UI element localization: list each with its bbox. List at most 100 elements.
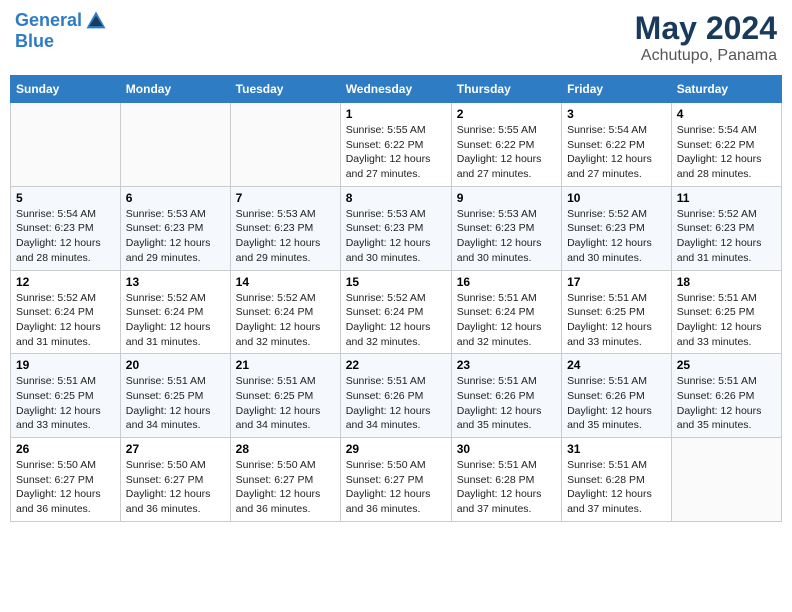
col-header-tuesday: Tuesday	[230, 76, 340, 103]
day-number: 22	[346, 358, 446, 372]
calendar-cell: 27 Sunrise: 5:50 AM Sunset: 6:27 PM Dayli…	[120, 438, 230, 522]
day-number: 6	[126, 191, 225, 205]
col-header-sunday: Sunday	[11, 76, 121, 103]
day-info: Sunrise: 5:50 AM Sunset: 6:27 PM Dayligh…	[236, 458, 335, 517]
calendar-cell: 17Sunrise: 5:51 AM Sunset: 6:25 PM Dayli…	[562, 270, 672, 354]
day-number: 13	[126, 275, 225, 289]
calendar-week-row: 26 Sunrise: 5:50 AM Sunset: 6:27 PM Dayli…	[11, 438, 782, 522]
day-number: 19	[16, 358, 115, 372]
day-number: 14	[236, 275, 335, 289]
day-info: Sunrise: 5:51 AM Sunset: 6:26 PM Dayligh…	[677, 374, 776, 433]
calendar-week-row: 19 Sunrise: 5:51 AM Sunset: 6:25 PM Dayli…	[11, 354, 782, 438]
calendar-week-row: 5Sunrise: 5:54 AM Sunset: 6:23 PM Daylig…	[11, 186, 782, 270]
day-number: 12	[16, 275, 115, 289]
calendar-cell: 13 Sunrise: 5:52 AM Sunset: 6:24 PM Dayli…	[120, 270, 230, 354]
day-info: Sunrise: 5:53 AM Sunset: 6:23 PM Dayligh…	[346, 207, 446, 266]
day-number: 20	[126, 358, 225, 372]
col-header-saturday: Saturday	[671, 76, 781, 103]
day-info: Sunrise: 5:51 AM Sunset: 6:26 PM Dayligh…	[567, 374, 666, 433]
col-header-friday: Friday	[562, 76, 672, 103]
day-info: Sunrise: 5:53 AM Sunset: 6:23 PM Dayligh…	[457, 207, 556, 266]
calendar-cell: 30 Sunrise: 5:51 AM Sunset: 6:28 PM Dayli…	[451, 438, 561, 522]
day-info: Sunrise: 5:52 AM Sunset: 6:23 PM Dayligh…	[677, 207, 776, 266]
day-number: 30	[457, 442, 556, 456]
calendar-cell: 26 Sunrise: 5:50 AM Sunset: 6:27 PM Dayli…	[11, 438, 121, 522]
logo-blue: Blue	[15, 32, 107, 52]
calendar-cell: 22 Sunrise: 5:51 AM Sunset: 6:26 PM Dayli…	[340, 354, 451, 438]
day-number: 1	[346, 107, 446, 121]
calendar-week-row: 1 Sunrise: 5:55 AM Sunset: 6:22 PM Daylig…	[11, 103, 782, 187]
month-year-title: May 2024	[635, 10, 777, 47]
day-number: 5	[16, 191, 115, 205]
day-info: Sunrise: 5:51 AM Sunset: 6:24 PM Dayligh…	[457, 291, 556, 350]
day-info: Sunrise: 5:51 AM Sunset: 6:28 PM Dayligh…	[567, 458, 666, 517]
day-info: Sunrise: 5:52 AM Sunset: 6:24 PM Dayligh…	[346, 291, 446, 350]
day-info: Sunrise: 5:52 AM Sunset: 6:24 PM Dayligh…	[16, 291, 115, 350]
day-number: 24	[567, 358, 666, 372]
day-number: 28	[236, 442, 335, 456]
day-info: Sunrise: 5:50 AM Sunset: 6:27 PM Dayligh…	[346, 458, 446, 517]
day-info: Sunrise: 5:51 AM Sunset: 6:25 PM Dayligh…	[16, 374, 115, 433]
calendar-cell: 10Sunrise: 5:52 AM Sunset: 6:23 PM Dayli…	[562, 186, 672, 270]
calendar-week-row: 12 Sunrise: 5:52 AM Sunset: 6:24 PM Dayli…	[11, 270, 782, 354]
day-info: Sunrise: 5:52 AM Sunset: 6:24 PM Dayligh…	[126, 291, 225, 350]
calendar-cell: 20 Sunrise: 5:51 AM Sunset: 6:25 PM Dayli…	[120, 354, 230, 438]
calendar-cell: 9 Sunrise: 5:53 AM Sunset: 6:23 PM Daylig…	[451, 186, 561, 270]
day-info: Sunrise: 5:51 AM Sunset: 6:25 PM Dayligh…	[236, 374, 335, 433]
day-number: 21	[236, 358, 335, 372]
calendar-cell: 24 Sunrise: 5:51 AM Sunset: 6:26 PM Dayli…	[562, 354, 672, 438]
logo-icon	[85, 10, 107, 32]
col-header-thursday: Thursday	[451, 76, 561, 103]
calendar-cell: 2 Sunrise: 5:55 AM Sunset: 6:22 PM Daylig…	[451, 103, 561, 187]
day-number: 16	[457, 275, 556, 289]
title-block: May 2024 Achutupo, Panama	[635, 10, 777, 65]
calendar-cell: 7Sunrise: 5:53 AM Sunset: 6:23 PM Daylig…	[230, 186, 340, 270]
day-info: Sunrise: 5:53 AM Sunset: 6:23 PM Dayligh…	[126, 207, 225, 266]
day-info: Sunrise: 5:51 AM Sunset: 6:26 PM Dayligh…	[457, 374, 556, 433]
calendar-cell	[230, 103, 340, 187]
calendar-cell: 21 Sunrise: 5:51 AM Sunset: 6:25 PM Dayli…	[230, 354, 340, 438]
calendar-cell: 15 Sunrise: 5:52 AM Sunset: 6:24 PM Dayli…	[340, 270, 451, 354]
calendar-cell: 6 Sunrise: 5:53 AM Sunset: 6:23 PM Daylig…	[120, 186, 230, 270]
calendar-cell: 19 Sunrise: 5:51 AM Sunset: 6:25 PM Dayli…	[11, 354, 121, 438]
col-header-wednesday: Wednesday	[340, 76, 451, 103]
day-info: Sunrise: 5:55 AM Sunset: 6:22 PM Dayligh…	[346, 123, 446, 182]
day-number: 31	[567, 442, 666, 456]
calendar-cell: 31 Sunrise: 5:51 AM Sunset: 6:28 PM Dayli…	[562, 438, 672, 522]
calendar-cell: 8 Sunrise: 5:53 AM Sunset: 6:23 PM Daylig…	[340, 186, 451, 270]
logo-text: General Blue	[15, 10, 107, 52]
day-info: Sunrise: 5:51 AM Sunset: 6:28 PM Dayligh…	[457, 458, 556, 517]
day-number: 10	[567, 191, 666, 205]
day-number: 2	[457, 107, 556, 121]
calendar-cell: 29 Sunrise: 5:50 AM Sunset: 6:27 PM Dayli…	[340, 438, 451, 522]
calendar-cell: 23 Sunrise: 5:51 AM Sunset: 6:26 PM Dayli…	[451, 354, 561, 438]
day-info: Sunrise: 5:51 AM Sunset: 6:25 PM Dayligh…	[677, 291, 776, 350]
day-number: 27	[126, 442, 225, 456]
day-info: Sunrise: 5:51 AM Sunset: 6:26 PM Dayligh…	[346, 374, 446, 433]
day-number: 8	[346, 191, 446, 205]
calendar-cell: 1 Sunrise: 5:55 AM Sunset: 6:22 PM Daylig…	[340, 103, 451, 187]
logo-general: General	[15, 10, 82, 30]
page-header: General Blue May 2024 Achutupo, Panama	[10, 10, 782, 65]
day-number: 23	[457, 358, 556, 372]
day-info: Sunrise: 5:50 AM Sunset: 6:27 PM Dayligh…	[16, 458, 115, 517]
day-number: 9	[457, 191, 556, 205]
calendar-cell: 3 Sunrise: 5:54 AM Sunset: 6:22 PM Daylig…	[562, 103, 672, 187]
day-info: Sunrise: 5:50 AM Sunset: 6:27 PM Dayligh…	[126, 458, 225, 517]
day-number: 4	[677, 107, 776, 121]
day-number: 17	[567, 275, 666, 289]
day-info: Sunrise: 5:51 AM Sunset: 6:25 PM Dayligh…	[126, 374, 225, 433]
calendar-cell: 11Sunrise: 5:52 AM Sunset: 6:23 PM Dayli…	[671, 186, 781, 270]
day-number: 15	[346, 275, 446, 289]
day-number: 7	[236, 191, 335, 205]
calendar-cell: 16 Sunrise: 5:51 AM Sunset: 6:24 PM Dayli…	[451, 270, 561, 354]
day-info: Sunrise: 5:54 AM Sunset: 6:22 PM Dayligh…	[567, 123, 666, 182]
calendar-cell: 25Sunrise: 5:51 AM Sunset: 6:26 PM Dayli…	[671, 354, 781, 438]
day-number: 26	[16, 442, 115, 456]
day-number: 3	[567, 107, 666, 121]
day-info: Sunrise: 5:55 AM Sunset: 6:22 PM Dayligh…	[457, 123, 556, 182]
calendar-cell: 4Sunrise: 5:54 AM Sunset: 6:22 PM Daylig…	[671, 103, 781, 187]
day-info: Sunrise: 5:52 AM Sunset: 6:24 PM Dayligh…	[236, 291, 335, 350]
day-number: 29	[346, 442, 446, 456]
logo: General Blue	[15, 10, 107, 52]
